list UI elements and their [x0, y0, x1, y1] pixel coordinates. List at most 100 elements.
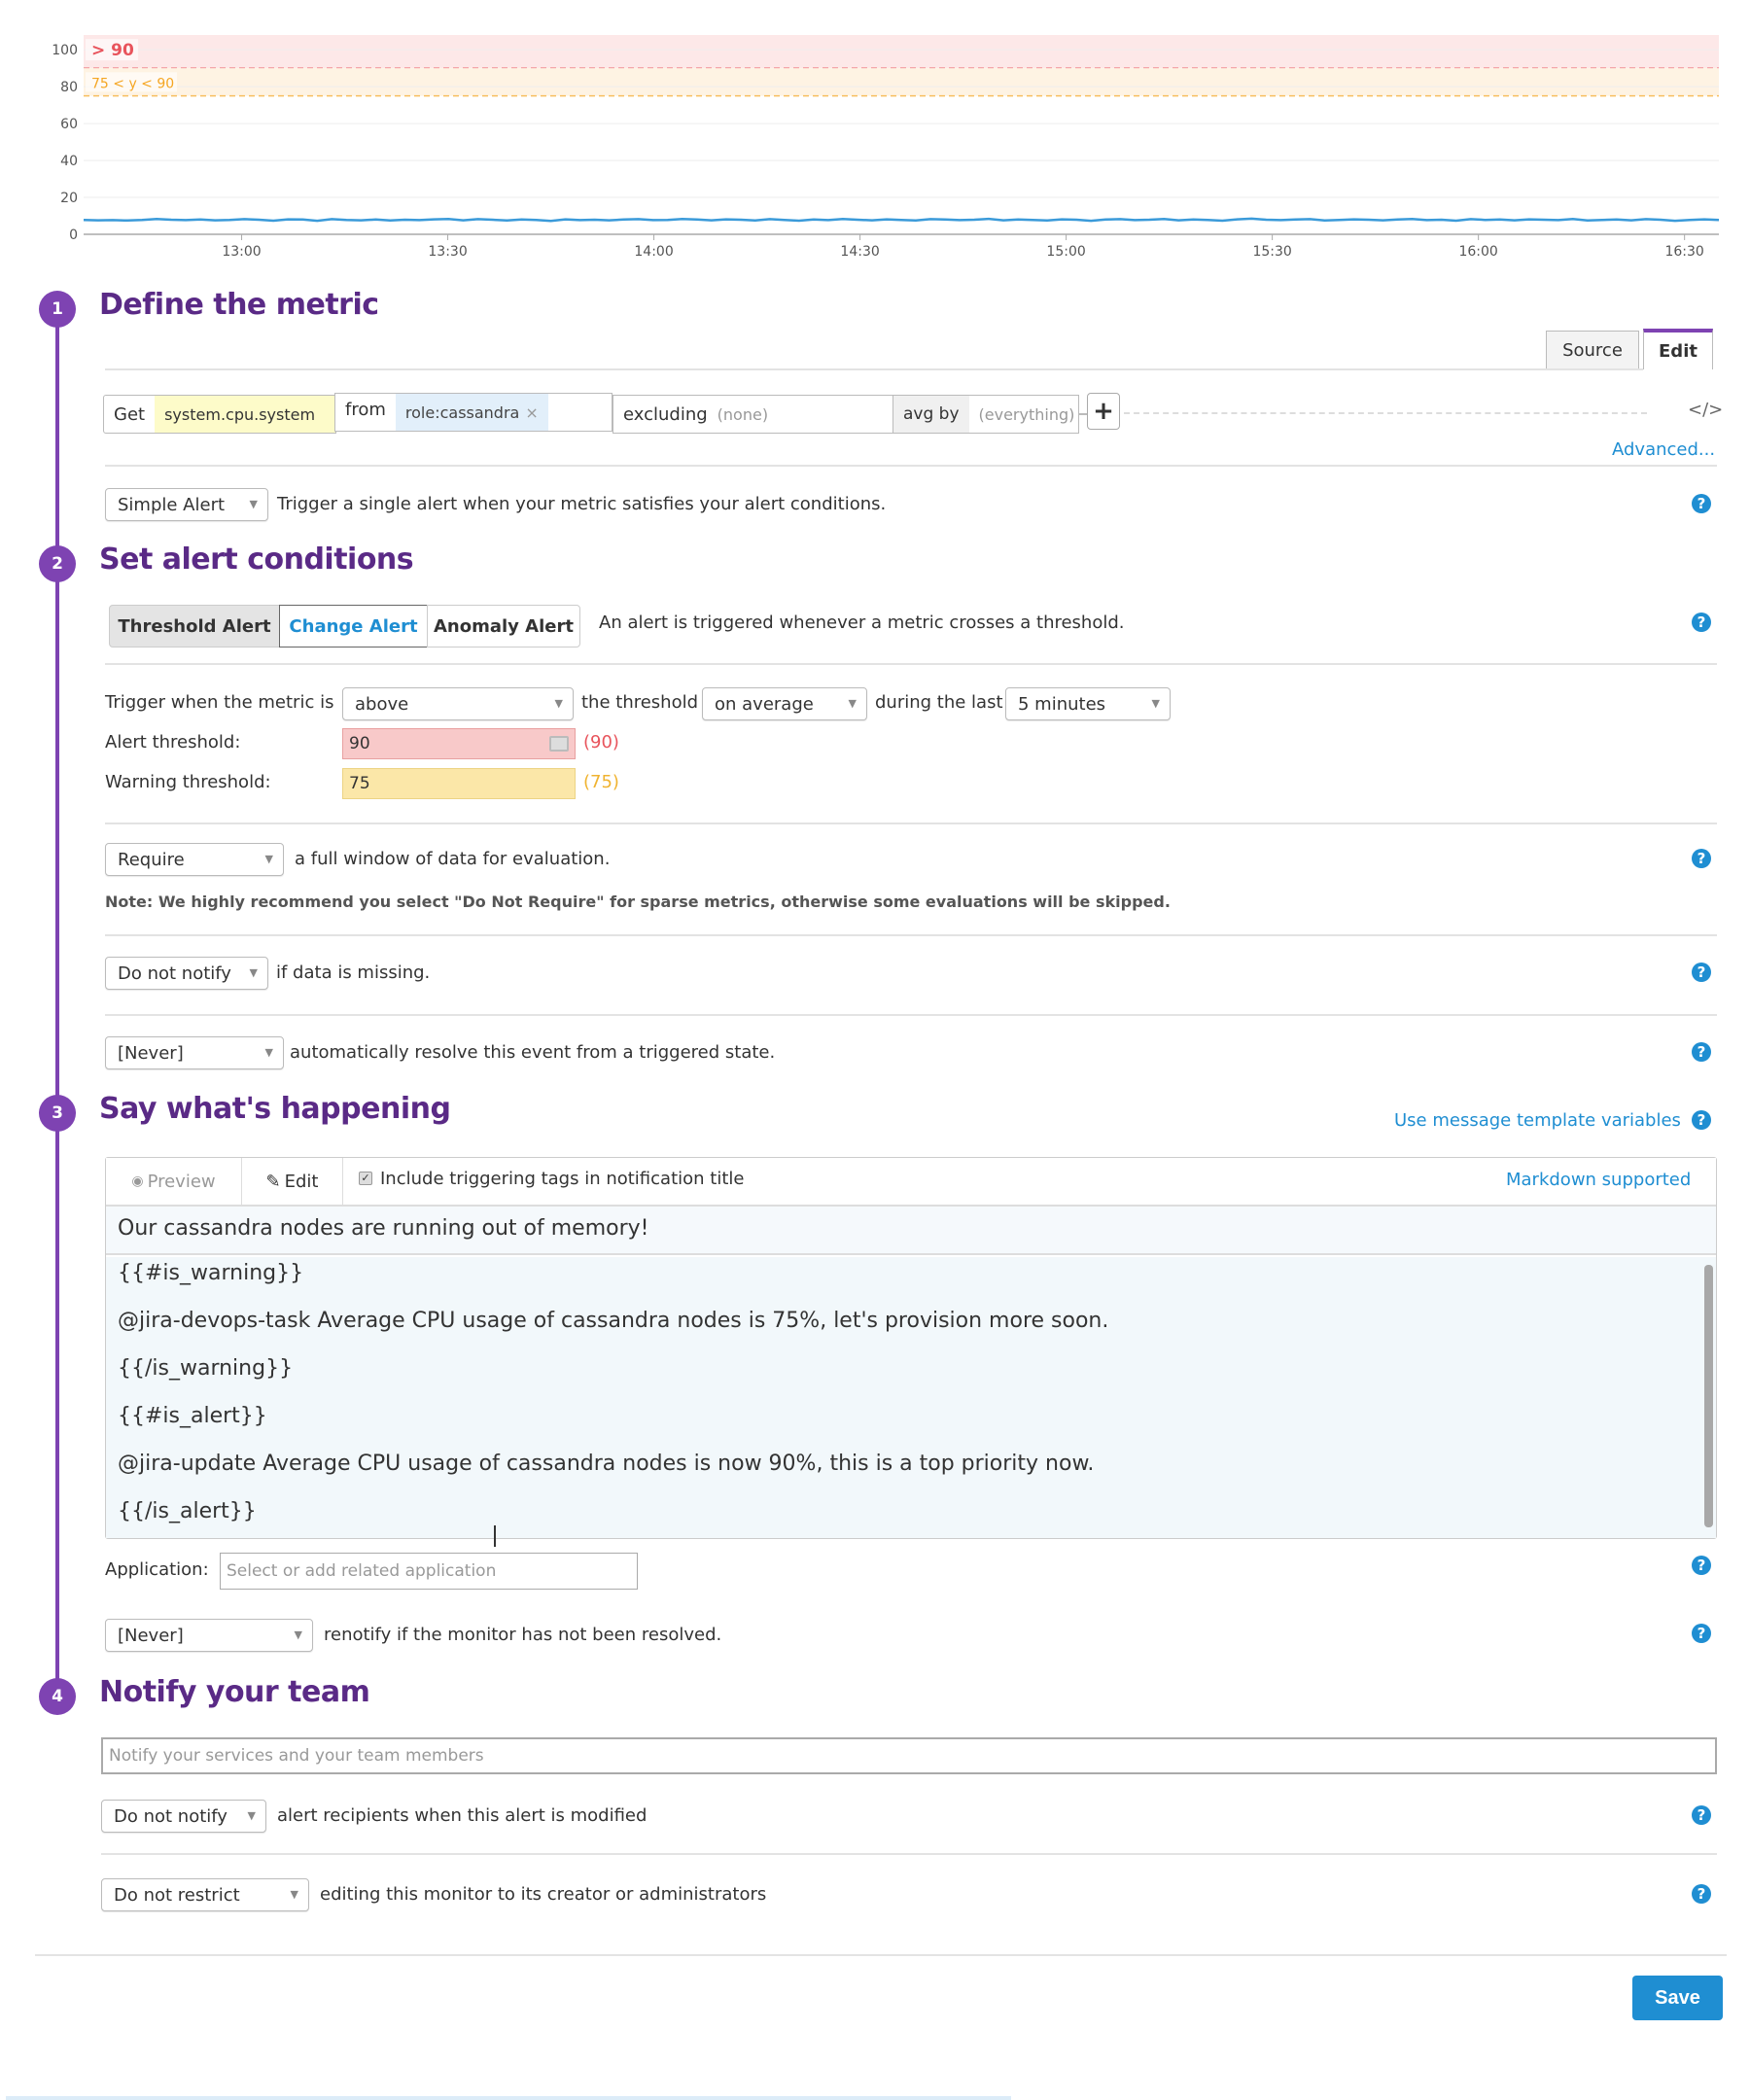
tab-preview[interactable]: ◉ Preview	[106, 1158, 242, 1205]
advanced-link[interactable]: Advanced...	[1612, 439, 1715, 460]
tab-edit-message[interactable]: ✎ Edit	[242, 1158, 343, 1205]
window-select[interactable]: 5 minutes ▼	[1005, 687, 1171, 720]
missing-data-value: Do not notify	[118, 962, 231, 984]
footer-divider	[35, 1954, 1727, 1956]
edit-label: Edit	[284, 1171, 319, 1192]
save-button[interactable]: Save	[1632, 1976, 1723, 2020]
tag-remove-icon[interactable]: ×	[525, 403, 538, 422]
divider	[105, 465, 1717, 467]
help-icon[interactable]: ?	[1692, 612, 1711, 632]
alert-type-value: Simple Alert	[118, 494, 226, 515]
help-icon[interactable]: ?	[1692, 1042, 1711, 1062]
help-icon[interactable]: ?	[1692, 1556, 1711, 1575]
avg-by-selector[interactable]: avg by (everything)	[892, 395, 1079, 434]
divider	[105, 368, 1643, 370]
help-icon[interactable]: ?	[1692, 494, 1711, 513]
help-icon[interactable]: ?	[1692, 962, 1711, 982]
auto-resolve-value: [Never]	[118, 1042, 184, 1064]
step-2-badge: 2	[39, 545, 76, 582]
help-icon[interactable]: ?	[1692, 1110, 1711, 1130]
include-tags-checkbox[interactable]: ✓	[359, 1172, 372, 1185]
tab-threshold-alert[interactable]: Threshold Alert	[109, 605, 280, 648]
x-tick-label: 13:30	[428, 244, 467, 260]
tab-anomaly-alert[interactable]: Anomaly Alert	[427, 605, 580, 648]
tab-edit[interactable]: Edit	[1643, 329, 1713, 369]
body-line: @jira-devops-task Average CPU usage of c…	[118, 1309, 1109, 1333]
divider	[105, 822, 1717, 824]
from-tag-selector[interactable]: from role:cassandra ×	[334, 393, 612, 432]
divider	[105, 663, 1717, 665]
warning-threshold-label: 75 < y < 90	[91, 76, 174, 91]
comparison-select[interactable]: above ▼	[342, 687, 574, 720]
editor-toolbar: ◉ Preview ✎ Edit ✓ Include triggering tags…	[106, 1158, 1716, 1207]
chevron-down-icon: ▼	[249, 966, 258, 979]
renotify-value: [Never]	[118, 1625, 184, 1646]
sparse-metrics-note: Note: We highly recommend you select "Do…	[105, 892, 1171, 911]
modified-notify-select[interactable]: Do not notify ▼	[101, 1800, 266, 1833]
x-tick-label: 15:30	[1252, 244, 1291, 260]
tab-change-alert[interactable]: Change Alert	[279, 605, 428, 648]
step-1-badge: 1	[39, 291, 76, 328]
comparison-value: above	[355, 693, 409, 715]
message-title-text: Our cassandra nodes are running out of m…	[118, 1216, 649, 1241]
recipients-placeholder: Notify your services and your team membe…	[109, 1746, 484, 1766]
text-cursor	[494, 1525, 496, 1547]
help-icon[interactable]: ?	[1692, 1884, 1711, 1904]
tab-edit-label: Edit	[1659, 340, 1698, 362]
x-tick-label: 16:00	[1458, 244, 1497, 260]
auto-resolve-description: automatically resolve this event from a …	[290, 1042, 776, 1063]
dashed-connector	[1124, 412, 1647, 414]
restrict-editing-select[interactable]: Do not restrict ▼	[101, 1878, 309, 1911]
steps-timeline	[55, 309, 59, 1698]
step-4-badge: 4	[39, 1678, 76, 1715]
auto-resolve-select[interactable]: [Never] ▼	[105, 1036, 284, 1069]
renotify-description: renotify if the monitor has not been res…	[324, 1625, 722, 1645]
metric-selector[interactable]: Get system.cpu.system	[103, 395, 336, 434]
step-2-title: Set alert conditions	[99, 542, 414, 577]
notify-recipients-input[interactable]: Notify your services and your team membe…	[101, 1737, 1717, 1774]
during-label: during the last	[875, 692, 1003, 713]
alert-threshold-label: Alert threshold:	[105, 732, 241, 752]
alert-threshold-input[interactable]: 90	[342, 728, 576, 759]
divider	[105, 934, 1717, 936]
template-variables-link[interactable]: Use message template variables	[1394, 1110, 1681, 1131]
body-line: {{/is_alert}}	[118, 1499, 257, 1523]
y-tick-label: 60	[60, 117, 78, 132]
help-icon[interactable]: ?	[1692, 1624, 1711, 1643]
metric-name[interactable]: system.cpu.system	[155, 396, 335, 433]
excluding-selector[interactable]: excluding (none)	[612, 395, 894, 434]
y-tick-label: 40	[60, 154, 78, 169]
message-body-textarea[interactable]: {{#is_warning}} @jira-devops-task Averag…	[106, 1257, 1716, 1547]
series-line-system-cpu-system	[83, 217, 1720, 223]
warning-threshold-label: Warning threshold:	[105, 772, 271, 792]
scrollbar-thumb[interactable]	[1704, 1265, 1713, 1527]
renotify-select[interactable]: [Never] ▼	[105, 1619, 313, 1652]
connector	[1079, 413, 1087, 415]
tab-source[interactable]: Source	[1546, 331, 1639, 369]
message-title-input[interactable]: Our cassandra nodes are running out of m…	[106, 1207, 1716, 1255]
modified-notify-description: alert recipients when this alert is modi…	[277, 1805, 648, 1826]
modified-notify-value: Do not notify	[114, 1805, 228, 1827]
y-tick-label: 20	[60, 191, 78, 206]
avg-by-value: (everything)	[978, 404, 1075, 424]
help-icon[interactable]: ?	[1692, 849, 1711, 868]
warning-threshold-input[interactable]: 75	[342, 768, 576, 799]
alert-threshold-value: 90	[349, 734, 370, 753]
alert-type-select[interactable]: Simple Alert ▼	[105, 488, 268, 521]
markdown-supported-link[interactable]: Markdown supported	[1506, 1170, 1691, 1190]
code-toggle-icon[interactable]: </>	[1688, 400, 1723, 420]
help-icon[interactable]: ?	[1692, 1805, 1711, 1825]
application-input[interactable]: Select or add related application	[220, 1553, 638, 1590]
add-query-button[interactable]: +	[1087, 393, 1120, 430]
alert-type-explanation: An alert is triggered whenever a metric …	[599, 612, 1125, 633]
body-line: @jira-update Average CPU usage of cassan…	[118, 1452, 1095, 1476]
aggregation-select[interactable]: on average ▼	[702, 687, 867, 720]
x-tick-label: 14:30	[840, 244, 879, 260]
alert-type-description: Trigger a single alert when your metric …	[277, 494, 887, 514]
y-tick-label: 80	[60, 80, 78, 95]
keyboard-icon	[549, 736, 569, 752]
require-select[interactable]: Require ▼	[105, 843, 284, 876]
chevron-down-icon: ▼	[264, 1046, 273, 1059]
missing-data-select[interactable]: Do not notify ▼	[105, 957, 268, 990]
restrict-editing-description: editing this monitor to its creator or a…	[320, 1884, 767, 1905]
